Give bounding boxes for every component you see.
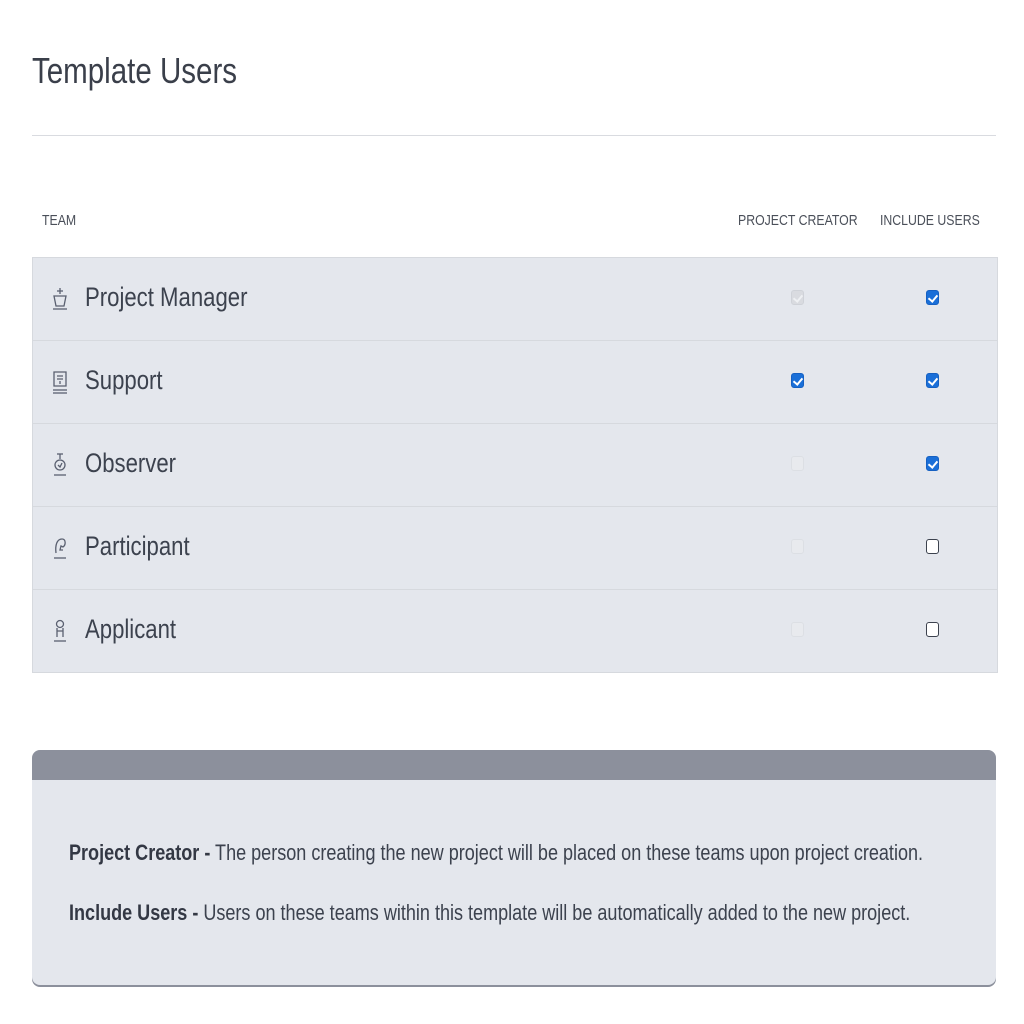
template-users-page: Template Users TEAM PROJECT CREATOR INCL… xyxy=(0,0,1024,1024)
project-creator-checkbox xyxy=(791,622,804,637)
include-users-checkbox[interactable] xyxy=(926,622,939,637)
support-icon xyxy=(51,369,69,395)
info-text: Users on these teams within this templat… xyxy=(198,900,911,925)
table-row: Project Manager xyxy=(33,258,997,341)
project-creator-checkbox xyxy=(791,539,804,554)
team-label: Applicant xyxy=(85,614,177,644)
participant-icon xyxy=(51,535,69,561)
include-users-checkbox[interactable] xyxy=(926,373,939,388)
info-panel-header xyxy=(32,750,996,780)
table-header: TEAM PROJECT CREATOR INCLUDE USERS xyxy=(32,212,996,236)
header-include-users: INCLUDE USERS xyxy=(880,212,980,229)
include-users-checkbox[interactable] xyxy=(926,456,939,471)
info-project-creator: Project Creator - The person creating th… xyxy=(69,840,923,866)
teams-table: Project Manager Support Observer Partici… xyxy=(32,257,998,673)
include-users-checkbox[interactable] xyxy=(926,290,939,305)
team-label: Participant xyxy=(85,531,190,561)
info-term: Include Users - xyxy=(69,900,199,925)
applicant-icon xyxy=(51,618,69,644)
table-row: Observer xyxy=(33,424,997,507)
team-label: Project Manager xyxy=(85,282,248,312)
project-creator-checkbox xyxy=(791,290,804,305)
table-row: Participant xyxy=(33,507,997,590)
observer-icon xyxy=(51,452,69,478)
info-panel: Project Creator - The person creating th… xyxy=(32,750,996,985)
title-divider xyxy=(32,135,996,136)
team-label: Observer xyxy=(85,448,177,478)
team-label: Support xyxy=(85,365,163,395)
project-creator-checkbox xyxy=(791,456,804,471)
header-project-creator: PROJECT CREATOR xyxy=(738,212,858,229)
info-text: The person creating the new project will… xyxy=(210,840,924,865)
info-term: Project Creator - xyxy=(69,840,211,865)
project-manager-icon xyxy=(51,286,69,312)
info-include-users: Include Users - Users on these teams wit… xyxy=(69,900,910,926)
project-creator-checkbox[interactable] xyxy=(791,373,804,388)
include-users-checkbox[interactable] xyxy=(926,539,939,554)
page-title: Template Users xyxy=(32,50,238,91)
table-row: Support xyxy=(33,341,997,424)
header-team: TEAM xyxy=(42,212,77,229)
table-row: Applicant xyxy=(33,590,997,672)
